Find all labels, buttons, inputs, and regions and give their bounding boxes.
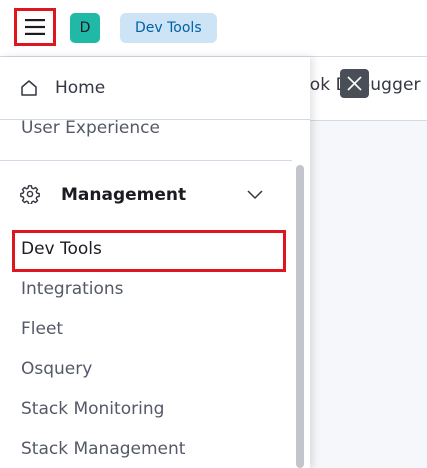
- nav-home[interactable]: Home: [0, 57, 310, 120]
- nav-item-fleet[interactable]: Fleet: [21, 319, 63, 339]
- close-x-icon: [347, 76, 362, 91]
- gear-icon: [20, 185, 40, 204]
- nav-item-dev-tools[interactable]: Dev Tools: [21, 239, 102, 259]
- nav-scrollbar[interactable]: [296, 165, 304, 468]
- home-icon: [21, 80, 37, 96]
- close-nav-button[interactable]: [340, 69, 369, 98]
- top-header: D Dev Tools: [0, 0, 427, 57]
- chevron-down-icon: [247, 190, 263, 200]
- nav-section-management[interactable]: Management: [0, 173, 292, 219]
- nav-item-user-experience[interactable]: User Experience: [21, 118, 160, 138]
- space-avatar[interactable]: D: [70, 13, 100, 43]
- breadcrumb-dev-tools[interactable]: Dev Tools: [120, 13, 217, 43]
- menu-toggle-button[interactable]: [14, 8, 56, 46]
- nav-item-integrations[interactable]: Integrations: [21, 279, 124, 299]
- nav-section-management-label: Management: [61, 185, 187, 205]
- nav-item-stack-monitoring[interactable]: Stack Monitoring: [21, 399, 164, 419]
- background-content: [310, 121, 427, 468]
- background-page: rok Debugger: [303, 57, 427, 468]
- section-divider: [0, 160, 292, 161]
- side-nav-flyout: Home User Experience Management Dev Tool…: [0, 57, 310, 468]
- nav-item-stack-management[interactable]: Stack Management: [21, 439, 185, 459]
- hamburger-menu-icon: [25, 19, 45, 35]
- nav-item-osquery[interactable]: Osquery: [21, 359, 92, 379]
- nav-home-label: Home: [55, 78, 106, 98]
